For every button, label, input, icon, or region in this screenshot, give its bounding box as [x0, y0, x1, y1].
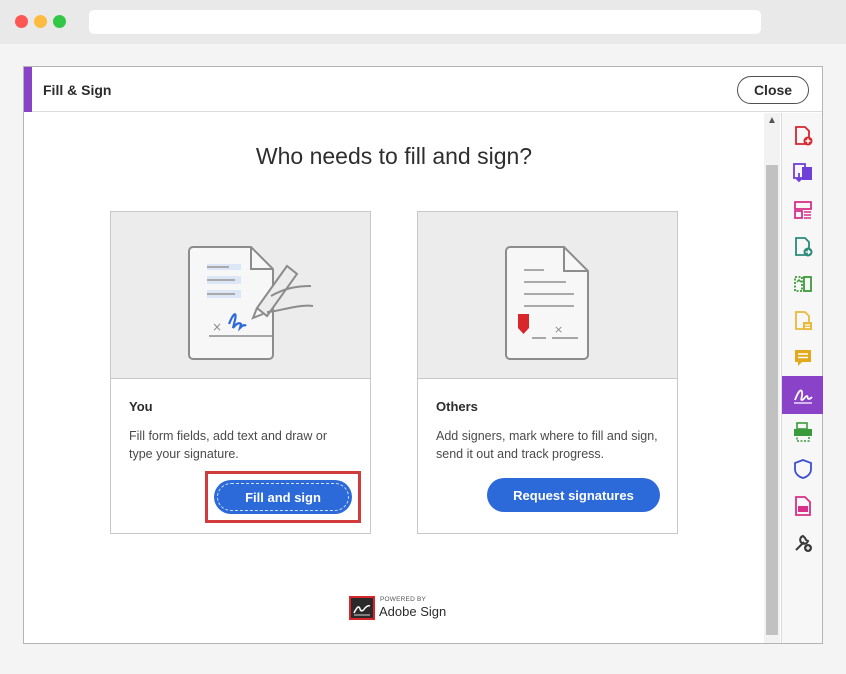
card-others-illustration: ×	[418, 212, 677, 379]
window-close-dot[interactable]	[15, 15, 28, 28]
adobe-sign-label: Adobe Sign	[379, 604, 447, 619]
fill-and-sign-highlight: Fill and sign	[205, 471, 361, 523]
vertical-scrollbar[interactable]: ▲	[764, 113, 780, 643]
protect-tool[interactable]	[782, 450, 823, 488]
more-tools-icon	[794, 534, 812, 552]
comment-tool[interactable]	[782, 339, 823, 377]
window-minimize-dot[interactable]	[34, 15, 47, 28]
powered-by-label: POWERED BY	[380, 596, 427, 603]
organize-pages-tool[interactable]	[782, 191, 823, 229]
fill-and-sign-button[interactable]: Fill and sign	[214, 480, 352, 514]
page-heading: Who needs to fill and sign?	[255, 143, 533, 169]
export-file-icon	[794, 496, 811, 516]
card-others-description: Add signers, mark where to fill and sign…	[436, 429, 658, 461]
card-you-title: You	[129, 399, 153, 414]
scrollbar-thumb[interactable]	[766, 165, 778, 635]
card-you-illustration: ×	[111, 212, 370, 379]
card-others: × Others Add signers, mark where to fill…	[417, 211, 678, 534]
scroll-up-arrow-icon[interactable]: ▲	[767, 115, 777, 126]
edit-pdf-tool[interactable]	[782, 302, 823, 340]
compare-files-icon	[793, 276, 812, 292]
request-signatures-button[interactable]: Request signatures	[487, 478, 660, 512]
sign-document-pen-icon: ×	[188, 246, 314, 360]
fill-sign-icon	[793, 389, 813, 404]
more-tools-tool[interactable]	[782, 524, 823, 562]
powered-by-adobe-sign: POWERED BY Adobe Sign	[349, 594, 469, 624]
create-pdf-icon	[794, 126, 812, 146]
adobe-sign-logo	[349, 596, 375, 620]
export-pdf-tool[interactable]	[782, 154, 823, 192]
window-maximize-dot[interactable]	[53, 15, 66, 28]
fill-sign-panel: Fill & Sign Close Who needs to fill and …	[23, 66, 823, 644]
header-accent-bar	[24, 67, 32, 112]
fill-sign-tool[interactable]	[782, 376, 823, 414]
edit-pdf-icon	[794, 311, 812, 330]
address-bar[interactable]	[89, 10, 761, 34]
tools-rail	[781, 113, 823, 643]
create-pdf-tool[interactable]	[782, 117, 823, 155]
browser-chrome	[0, 0, 846, 44]
compare-files-tool[interactable]	[782, 265, 823, 303]
export-file-tool[interactable]	[782, 487, 823, 525]
svg-text:×: ×	[212, 320, 222, 334]
export-pdf-icon	[792, 163, 812, 183]
card-you: × You Fill form fields, add text and dra…	[110, 211, 371, 534]
card-others-title: Others	[436, 399, 478, 414]
scan-ocr-icon	[793, 422, 812, 442]
protect-icon	[793, 459, 812, 479]
close-button[interactable]: Close	[737, 76, 809, 104]
panel-header: Fill & Sign Close	[24, 67, 822, 112]
adobe-sign-logo-icon	[353, 605, 371, 616]
panel-title: Fill & Sign	[43, 82, 112, 98]
document-signature-field-icon: ×	[505, 246, 589, 360]
send-file-tool[interactable]	[782, 228, 823, 266]
card-you-description: Fill form fields, add text and draw or t…	[129, 429, 327, 461]
main-content: Who needs to fill and sign? × You Fill f…	[24, 113, 764, 643]
organize-pages-icon	[793, 201, 812, 219]
svg-text:×: ×	[554, 323, 563, 336]
send-file-icon	[794, 237, 812, 257]
scan-ocr-tool[interactable]	[782, 413, 823, 451]
comment-icon	[794, 350, 811, 366]
